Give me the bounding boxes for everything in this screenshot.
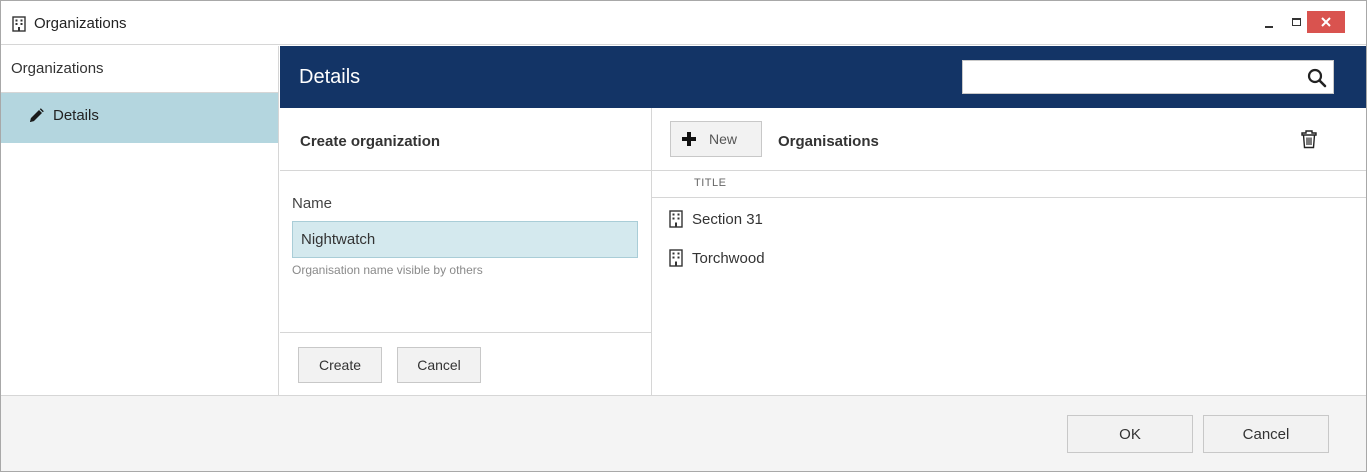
building-icon [669, 210, 683, 228]
new-button-label: New [709, 131, 738, 147]
dialog-footer: OK Cancel [1, 395, 1366, 471]
sidebar-header: Organizations [1, 46, 278, 93]
search-box[interactable] [962, 60, 1334, 94]
organisations-title: Organisations [778, 133, 879, 150]
new-button[interactable]: New [670, 121, 762, 157]
organisations-panel: New Organisations TITLE Section 31 Torch… [652, 108, 1366, 395]
close-icon [1321, 17, 1331, 27]
name-hint: Organisation name visible by others [292, 263, 483, 277]
building-icon [12, 16, 26, 32]
trash-icon[interactable] [1300, 129, 1318, 149]
details-header: Details [280, 46, 1366, 108]
list-item-title: Section 31 [692, 210, 763, 228]
sidebar-item-details[interactable]: Details [1, 93, 278, 143]
cancel-button[interactable]: Cancel [1203, 415, 1329, 453]
create-button[interactable]: Create [298, 347, 382, 383]
search-input[interactable] [963, 61, 1293, 93]
name-label: Name [292, 195, 333, 212]
details-title: Details [299, 66, 361, 88]
organizations-window: Organizations Organizations Details Deta… [0, 0, 1367, 472]
name-field[interactable] [292, 221, 638, 258]
create-panel-title: Create organization [280, 108, 651, 171]
list-item-title: Torchwood [692, 249, 765, 267]
plus-icon [682, 132, 696, 146]
list-item[interactable]: Torchwood [652, 239, 1366, 277]
create-organization-panel: Create organization Name Organisation na… [280, 108, 652, 395]
sidebar: Organizations Details [1, 46, 279, 395]
building-icon [669, 249, 683, 267]
create-panel-actions: Create Cancel [280, 332, 651, 395]
search-icon[interactable] [1307, 68, 1327, 88]
pencil-icon [30, 108, 44, 122]
minimize-icon [1265, 26, 1273, 28]
window-title: Organizations [34, 15, 127, 32]
organisations-toolbar: New Organisations [652, 108, 1366, 171]
ok-button[interactable]: OK [1067, 415, 1193, 453]
close-button[interactable] [1307, 11, 1345, 33]
list-item[interactable]: Section 31 [652, 200, 1366, 238]
cancel-create-button[interactable]: Cancel [397, 347, 481, 383]
sidebar-item-label: Details [53, 107, 99, 124]
title-column-header[interactable]: TITLE [652, 171, 1366, 198]
maximize-icon [1291, 18, 1301, 26]
title-bar: Organizations [1, 1, 1366, 45]
